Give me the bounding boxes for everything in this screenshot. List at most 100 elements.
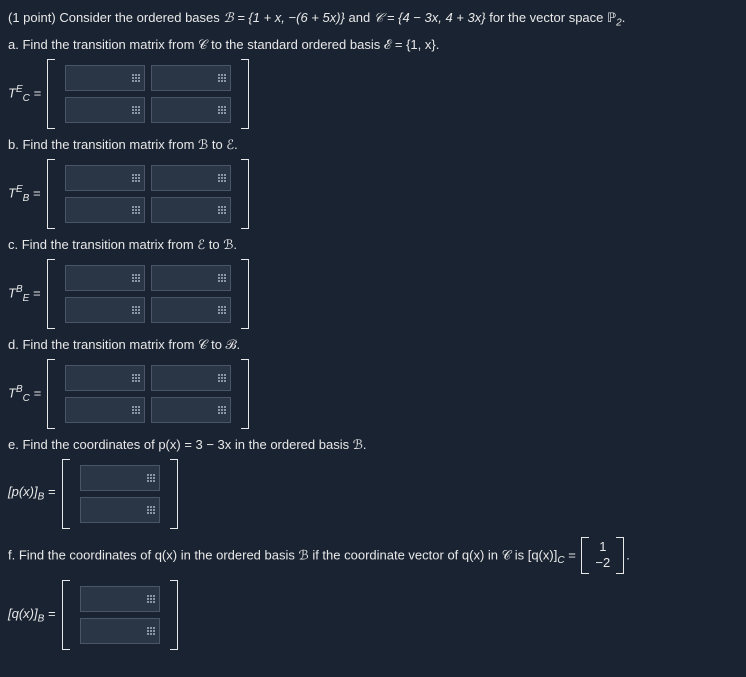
matrix-a (61, 59, 235, 129)
vector-e (76, 459, 164, 529)
matrix-input[interactable] (151, 297, 231, 323)
eq: = (44, 484, 55, 499)
matrix-input[interactable] (151, 397, 231, 423)
part-b: b. Find the transition matrix from ℬ to … (8, 137, 738, 229)
bracket-left (62, 580, 70, 650)
part-d-label: d. Find the transition matrix from 𝒞 to … (8, 337, 738, 353)
part-a-label: a. Find the transition matrix from 𝒞 to … (8, 37, 738, 53)
grip-icon (132, 74, 140, 82)
part-f-label: f. Find the coordinates of q(x) in the o… (8, 537, 738, 575)
grip-icon (147, 595, 155, 603)
part-a: a. Find the transition matrix from 𝒞 to … (8, 37, 738, 129)
sup: B (16, 384, 23, 395)
grip-icon (218, 274, 226, 282)
bracket-left (581, 537, 589, 575)
basis-b: ℬ = {1 + x, −(6 + 5x)} (223, 10, 345, 25)
matrix-input[interactable] (80, 618, 160, 644)
grip-icon (147, 474, 155, 482)
matrix-c (61, 259, 235, 329)
coord-symbol: [p(x)] (8, 484, 38, 499)
part-e-lhs: [p(x)]B = (8, 484, 56, 503)
sup: E (16, 84, 23, 95)
matrix-input[interactable] (65, 165, 145, 191)
intro-text-1: Consider the ordered bases (59, 10, 223, 25)
grip-icon (132, 174, 140, 182)
grip-icon (132, 106, 140, 114)
grip-icon (132, 306, 140, 314)
matrix-input[interactable] (151, 197, 231, 223)
matrix-input[interactable] (80, 497, 160, 523)
part-f: f. Find the coordinates of q(x) in the o… (8, 537, 738, 651)
t-symbol: T (8, 285, 16, 300)
points-label: (1 point) (8, 10, 56, 25)
sub: C (557, 555, 564, 566)
matrix-input[interactable] (80, 586, 160, 612)
part-e-label: e. Find the coordinates of p(x) = 3 − 3x… (8, 437, 738, 453)
matrix-input[interactable] (65, 297, 145, 323)
matrix-input[interactable] (65, 397, 145, 423)
bracket-right (241, 159, 249, 229)
matrix-input[interactable] (151, 97, 231, 123)
given-vector: 1 −2 (581, 537, 624, 575)
bracket-left (62, 459, 70, 529)
grip-icon (218, 306, 226, 314)
part-b-label: b. Find the transition matrix from ℬ to … (8, 137, 738, 153)
eq: = (30, 85, 41, 100)
bracket-left (47, 359, 55, 429)
matrix-input[interactable] (65, 265, 145, 291)
intro-period: . (622, 10, 626, 25)
intro-text-3: for the vector space (489, 10, 607, 25)
coord-symbol: [q(x)] (8, 606, 38, 621)
part-e: e. Find the coordinates of p(x) = 3 − 3x… (8, 437, 738, 529)
problem-intro: (1 point) Consider the ordered bases ℬ =… (8, 8, 738, 31)
part-f-lhs: [q(x)]B = (8, 606, 56, 625)
grip-icon (218, 174, 226, 182)
bracket-right (170, 580, 178, 650)
bracket-right (241, 259, 249, 329)
matrix-input[interactable] (151, 365, 231, 391)
part-a-lhs: TEC = (8, 84, 41, 104)
matrix-b (61, 159, 235, 229)
sub: C (23, 393, 30, 404)
bracket-right (616, 537, 624, 575)
part-c-lhs: TBE = (8, 284, 41, 304)
eq: = (30, 385, 41, 400)
matrix-input[interactable] (65, 97, 145, 123)
part-b-lhs: TEB = (8, 184, 41, 204)
part-c: c. Find the transition matrix from ℰ to … (8, 237, 738, 329)
eq: = (29, 185, 40, 200)
matrix-input[interactable] (151, 165, 231, 191)
part-c-label: c. Find the transition matrix from ℰ to … (8, 237, 738, 253)
matrix-input[interactable] (80, 465, 160, 491)
period: . (626, 547, 630, 562)
vector-f (76, 580, 164, 650)
bracket-right (170, 459, 178, 529)
basis-c: 𝒞 = {4 − 3x, 4 + 3x} (374, 10, 486, 25)
bracket-left (47, 59, 55, 129)
grip-icon (132, 274, 140, 282)
vec-top: 1 (595, 539, 610, 556)
grip-icon (132, 374, 140, 382)
matrix-input[interactable] (65, 365, 145, 391)
part-f-text: f. Find the coordinates of q(x) in the o… (8, 547, 557, 562)
grip-icon (132, 206, 140, 214)
matrix-input[interactable] (65, 197, 145, 223)
matrix-input[interactable] (151, 65, 231, 91)
space-symbol: ℙ (607, 10, 616, 25)
part-d: d. Find the transition matrix from 𝒞 to … (8, 337, 738, 429)
eq: = (29, 285, 40, 300)
sup: B (16, 284, 23, 295)
grip-icon (218, 406, 226, 414)
part-d-lhs: TBC = (8, 384, 41, 404)
matrix-d (61, 359, 235, 429)
bracket-left (47, 259, 55, 329)
sub: C (23, 93, 30, 104)
matrix-input[interactable] (65, 65, 145, 91)
eq-text: = (565, 547, 580, 562)
bracket-left (47, 159, 55, 229)
grip-icon (147, 627, 155, 635)
matrix-input[interactable] (151, 265, 231, 291)
eq: = (44, 606, 55, 621)
grip-icon (218, 374, 226, 382)
bracket-right (241, 359, 249, 429)
